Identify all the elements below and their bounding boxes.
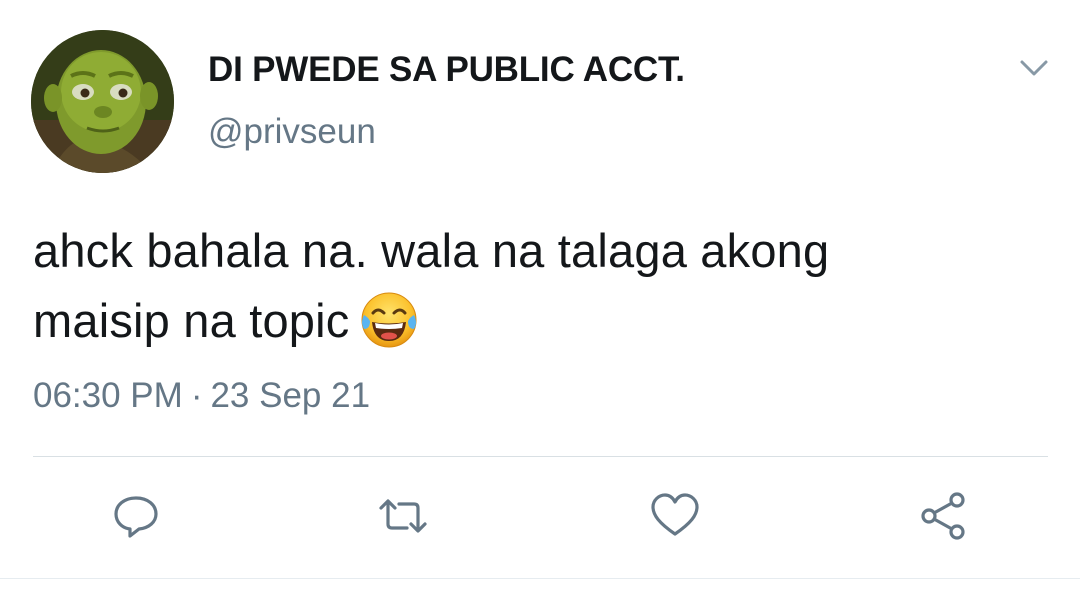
divider — [33, 456, 1048, 457]
tweet-text-line-2: maisip na topic — [33, 286, 1043, 356]
tweet-time: 06:30 PM — [33, 376, 183, 415]
display-name[interactable]: DI PWEDE SA PUBLIC ACCT. — [208, 50, 685, 90]
retweet-button[interactable] — [375, 488, 431, 544]
avatar[interactable] — [31, 30, 174, 173]
heart-icon — [651, 493, 699, 536]
tweet-text: ahck bahala na. wala na talaga akong mai… — [33, 216, 1043, 356]
share-button[interactable] — [915, 488, 971, 544]
share-icon — [921, 492, 965, 540]
chevron-down-icon[interactable] — [1016, 55, 1052, 81]
tweet-date: 23 Sep 21 — [210, 376, 371, 415]
action-bar — [0, 488, 1080, 544]
retweet-icon — [379, 499, 427, 533]
user-handle[interactable]: @privseun — [208, 112, 376, 152]
reply-icon — [114, 496, 158, 538]
tweet-card: DI PWEDE SA PUBLIC ACCT. @privseun ahck … — [0, 0, 1080, 596]
tweet-timestamp[interactable]: 06:30 PM · 23 Sep 21 — [33, 376, 370, 416]
bottom-divider — [0, 578, 1080, 579]
avatar-image — [31, 30, 174, 173]
face-with-tears-of-joy-icon — [358, 289, 420, 351]
reply-button[interactable] — [108, 488, 164, 544]
like-button[interactable] — [647, 488, 703, 544]
tweet-text-line-1: ahck bahala na. wala na talaga akong — [33, 224, 830, 277]
meta-separator: · — [190, 376, 203, 415]
tweet-text-line-2-text: maisip na topic — [33, 294, 350, 347]
